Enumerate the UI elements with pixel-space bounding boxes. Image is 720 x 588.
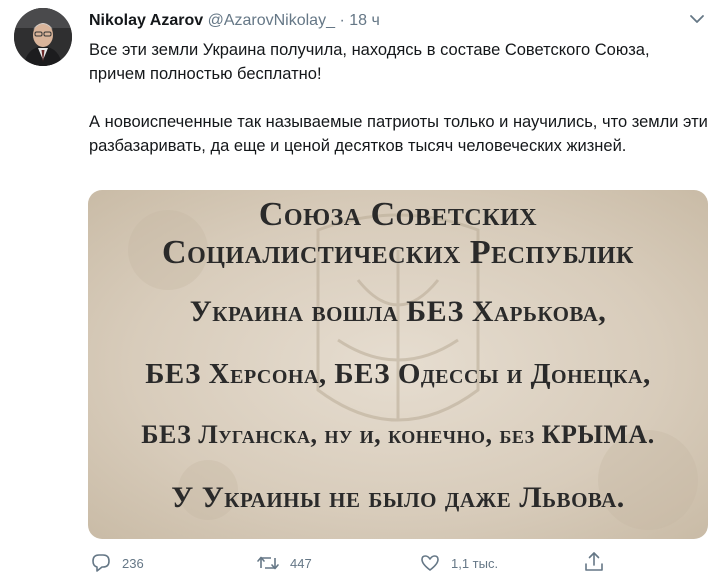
heart-icon bbox=[419, 552, 441, 574]
author-name[interactable]: Nikolay Azarov bbox=[89, 12, 203, 29]
tweet-paragraph-2: А новоиспеченные так называемые патриоты… bbox=[89, 113, 708, 155]
retweet-icon bbox=[256, 552, 280, 574]
avatar[interactable] bbox=[14, 8, 72, 66]
reply-icon bbox=[90, 552, 112, 574]
timestamp[interactable]: 18 ч bbox=[349, 12, 380, 29]
image-line-3: Украина вошла БЕЗ Харькова, bbox=[189, 295, 607, 328]
tweet-image[interactable]: Союза Советских Социалистических Республ… bbox=[88, 190, 708, 539]
tweet-text: Все эти земли Украина получила, находясь… bbox=[89, 38, 709, 158]
like-button[interactable]: 1,1 тыс. bbox=[419, 552, 498, 574]
author-handle[interactable]: @AzarovNikolay_ bbox=[208, 12, 335, 29]
separator-dot: · bbox=[339, 12, 345, 29]
image-line-6: У Украины не было даже Львова. bbox=[171, 481, 625, 514]
tweet-actions: 236 447 1,1 тыс. bbox=[88, 550, 708, 580]
image-line-4: БЕЗ Херсона, БЕЗ Одессы и Донецка, bbox=[145, 358, 651, 390]
share-icon bbox=[583, 550, 605, 574]
reply-count: 236 bbox=[122, 555, 144, 571]
chevron-down-icon[interactable] bbox=[688, 12, 706, 26]
retweet-button[interactable]: 447 bbox=[256, 552, 312, 574]
reply-button[interactable]: 236 bbox=[90, 552, 144, 574]
retweet-count: 447 bbox=[290, 555, 312, 571]
image-line-2: Социалистических Республик bbox=[162, 234, 634, 271]
share-button[interactable] bbox=[583, 550, 605, 574]
tweet-header: Nikolay Azarov @AzarovNikolay_ · 18 ч bbox=[89, 11, 680, 31]
image-line-1: Союза Советских bbox=[258, 196, 538, 233]
tweet-paragraph-1: Все эти земли Украина получила, находясь… bbox=[89, 41, 650, 83]
like-count: 1,1 тыс. bbox=[451, 555, 499, 571]
tweet: Nikolay Azarov @AzarovNikolay_ · 18 ч Вс… bbox=[0, 0, 720, 588]
image-line-5: БЕЗ Луганска, ну и, конечно, без КРЫМА. bbox=[141, 420, 655, 449]
